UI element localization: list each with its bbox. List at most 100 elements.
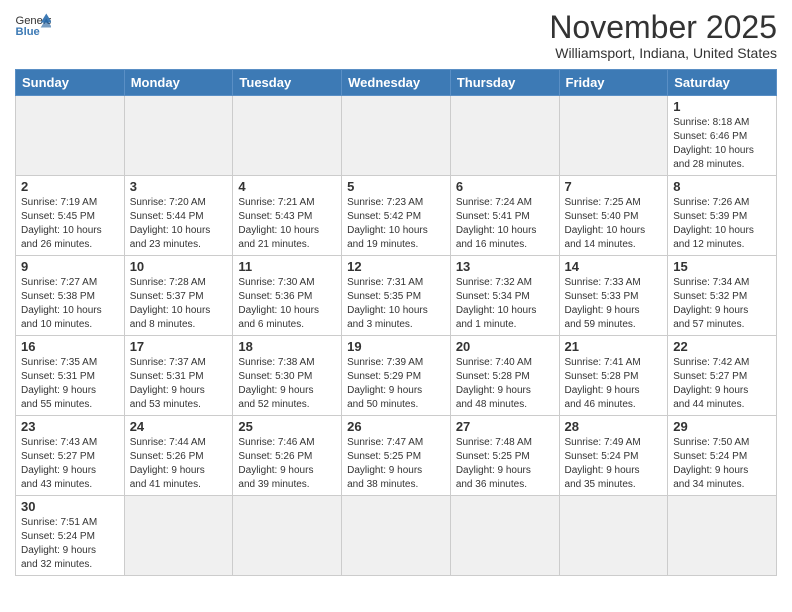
day-number: 24 — [130, 419, 228, 434]
day-info: Sunrise: 7:50 AM Sunset: 5:24 PM Dayligh… — [673, 436, 771, 492]
table-row — [342, 96, 451, 176]
table-row — [342, 496, 451, 576]
day-number: 26 — [347, 419, 445, 434]
table-row: 12Sunrise: 7:31 AM Sunset: 5:35 PM Dayli… — [342, 256, 451, 336]
table-row: 29 Sunrise: 7:50 AM Sunset: 5:24 PM Dayli… — [668, 416, 777, 496]
table-row: 11Sunrise: 7:30 AM Sunset: 5:36 PM Dayli… — [233, 256, 342, 336]
header-wednesday: Wednesday — [342, 70, 451, 96]
header-tuesday: Tuesday — [233, 70, 342, 96]
table-row — [124, 496, 233, 576]
day-info: Sunrise: 7:25 AM Sunset: 5:40 PM Dayligh… — [565, 196, 663, 252]
table-row: 21 Sunrise: 7:41 AM Sunset: 5:28 PM Dayli… — [559, 336, 668, 416]
day-info: Sunrise: 7:48 AM Sunset: 5:25 PM Dayligh… — [456, 436, 554, 492]
month-title: November 2025 — [549, 10, 777, 45]
header-monday: Monday — [124, 70, 233, 96]
header-thursday: Thursday — [450, 70, 559, 96]
day-number: 25 — [238, 419, 336, 434]
page: General Blue November 2025 Williamsport,… — [0, 0, 792, 591]
day-number: 13 — [456, 259, 554, 274]
table-row: 10 Sunrise: 7:28 AM Sunset: 5:37 PM Dayli… — [124, 256, 233, 336]
table-row — [450, 96, 559, 176]
table-row: 15Sunrise: 7:34 AM Sunset: 5:32 PM Dayli… — [668, 256, 777, 336]
day-info: Sunrise: 7:47 AM Sunset: 5:25 PM Dayligh… — [347, 436, 445, 492]
generalblue-logo-icon: General Blue — [15, 10, 51, 38]
day-number: 11 — [238, 259, 336, 274]
table-row: 2 Sunrise: 7:19 AM Sunset: 5:45 PM Daylig… — [16, 176, 125, 256]
day-info: Sunrise: 7:38 AM Sunset: 5:30 PM Dayligh… — [238, 356, 336, 412]
day-info: Sunrise: 7:32 AM Sunset: 5:34 PM Dayligh… — [456, 276, 554, 332]
day-number: 15 — [673, 259, 771, 274]
table-row — [668, 496, 777, 576]
table-row — [559, 96, 668, 176]
header-saturday: Saturday — [668, 70, 777, 96]
table-row: 23 Sunrise: 7:43 AM Sunset: 5:27 PM Dayli… — [16, 416, 125, 496]
day-number: 10 — [130, 259, 228, 274]
day-number: 22 — [673, 339, 771, 354]
table-row — [233, 496, 342, 576]
day-info: Sunrise: 7:26 AM Sunset: 5:39 PM Dayligh… — [673, 196, 771, 252]
header-friday: Friday — [559, 70, 668, 96]
table-row: 7 Sunrise: 7:25 AM Sunset: 5:40 PM Daylig… — [559, 176, 668, 256]
day-info: Sunrise: 7:20 AM Sunset: 5:44 PM Dayligh… — [130, 196, 228, 252]
table-row: 20 Sunrise: 7:40 AM Sunset: 5:28 PM Dayli… — [450, 336, 559, 416]
table-row: 27 Sunrise: 7:48 AM Sunset: 5:25 PM Dayli… — [450, 416, 559, 496]
location: Williamsport, Indiana, United States — [549, 45, 777, 61]
calendar-header-row: Sunday Monday Tuesday Wednesday Thursday… — [16, 70, 777, 96]
table-row — [450, 496, 559, 576]
day-number: 21 — [565, 339, 663, 354]
day-number: 8 — [673, 179, 771, 194]
day-info: Sunrise: 7:39 AM Sunset: 5:29 PM Dayligh… — [347, 356, 445, 412]
day-number: 30 — [21, 499, 119, 514]
table-row — [16, 96, 125, 176]
day-number: 20 — [456, 339, 554, 354]
table-row: 8 Sunrise: 7:26 AM Sunset: 5:39 PM Daylig… — [668, 176, 777, 256]
day-number: 28 — [565, 419, 663, 434]
table-row: 19 Sunrise: 7:39 AM Sunset: 5:29 PM Dayli… — [342, 336, 451, 416]
day-info: Sunrise: 7:31 AM Sunset: 5:35 PM Dayligh… — [347, 276, 445, 332]
table-row: 24 Sunrise: 7:44 AM Sunset: 5:26 PM Dayli… — [124, 416, 233, 496]
day-info: Sunrise: 7:51 AM Sunset: 5:24 PM Dayligh… — [21, 516, 119, 572]
table-row: 28 Sunrise: 7:49 AM Sunset: 5:24 PM Dayli… — [559, 416, 668, 496]
day-number: 27 — [456, 419, 554, 434]
table-row: 14Sunrise: 7:33 AM Sunset: 5:33 PM Dayli… — [559, 256, 668, 336]
day-info: Sunrise: 7:43 AM Sunset: 5:27 PM Dayligh… — [21, 436, 119, 492]
day-number: 4 — [238, 179, 336, 194]
day-info: Sunrise: 7:46 AM Sunset: 5:26 PM Dayligh… — [238, 436, 336, 492]
day-number: 23 — [21, 419, 119, 434]
calendar-table: Sunday Monday Tuesday Wednesday Thursday… — [15, 69, 777, 576]
day-number: 2 — [21, 179, 119, 194]
day-info: Sunrise: 7:41 AM Sunset: 5:28 PM Dayligh… — [565, 356, 663, 412]
day-info: Sunrise: 7:23 AM Sunset: 5:42 PM Dayligh… — [347, 196, 445, 252]
day-info: Sunrise: 7:44 AM Sunset: 5:26 PM Dayligh… — [130, 436, 228, 492]
day-number: 29 — [673, 419, 771, 434]
day-number: 5 — [347, 179, 445, 194]
day-number: 19 — [347, 339, 445, 354]
table-row: 4 Sunrise: 7:21 AM Sunset: 5:43 PM Daylig… — [233, 176, 342, 256]
day-info: Sunrise: 7:49 AM Sunset: 5:24 PM Dayligh… — [565, 436, 663, 492]
day-info: Sunrise: 7:28 AM Sunset: 5:37 PM Dayligh… — [130, 276, 228, 332]
day-number: 17 — [130, 339, 228, 354]
table-row: 30 Sunrise: 7:51 AM Sunset: 5:24 PM Dayli… — [16, 496, 125, 576]
day-number: 14 — [565, 259, 663, 274]
day-info: Sunrise: 7:21 AM Sunset: 5:43 PM Dayligh… — [238, 196, 336, 252]
day-info: Sunrise: 7:27 AM Sunset: 5:38 PM Dayligh… — [21, 276, 119, 332]
table-row: 9 Sunrise: 7:27 AM Sunset: 5:38 PM Daylig… — [16, 256, 125, 336]
day-number: 7 — [565, 179, 663, 194]
table-row — [559, 496, 668, 576]
day-number: 6 — [456, 179, 554, 194]
table-row — [233, 96, 342, 176]
table-row: 13 Sunrise: 7:32 AM Sunset: 5:34 PM Dayli… — [450, 256, 559, 336]
table-row: 25 Sunrise: 7:46 AM Sunset: 5:26 PM Dayli… — [233, 416, 342, 496]
table-row: 26 Sunrise: 7:47 AM Sunset: 5:25 PM Dayli… — [342, 416, 451, 496]
day-info: Sunrise: 7:24 AM Sunset: 5:41 PM Dayligh… — [456, 196, 554, 252]
day-number: 18 — [238, 339, 336, 354]
day-info: Sunrise: 7:40 AM Sunset: 5:28 PM Dayligh… — [456, 356, 554, 412]
day-number: 16 — [21, 339, 119, 354]
day-info: Sunrise: 7:19 AM Sunset: 5:45 PM Dayligh… — [21, 196, 119, 252]
day-info: Sunrise: 7:35 AM Sunset: 5:31 PM Dayligh… — [21, 356, 119, 412]
table-row: 16 Sunrise: 7:35 AM Sunset: 5:31 PM Dayli… — [16, 336, 125, 416]
day-number: 9 — [21, 259, 119, 274]
table-row: 3Sunrise: 7:20 AM Sunset: 5:44 PM Daylig… — [124, 176, 233, 256]
table-row: 17 Sunrise: 7:37 AM Sunset: 5:31 PM Dayli… — [124, 336, 233, 416]
day-info: Sunrise: 7:37 AM Sunset: 5:31 PM Dayligh… — [130, 356, 228, 412]
